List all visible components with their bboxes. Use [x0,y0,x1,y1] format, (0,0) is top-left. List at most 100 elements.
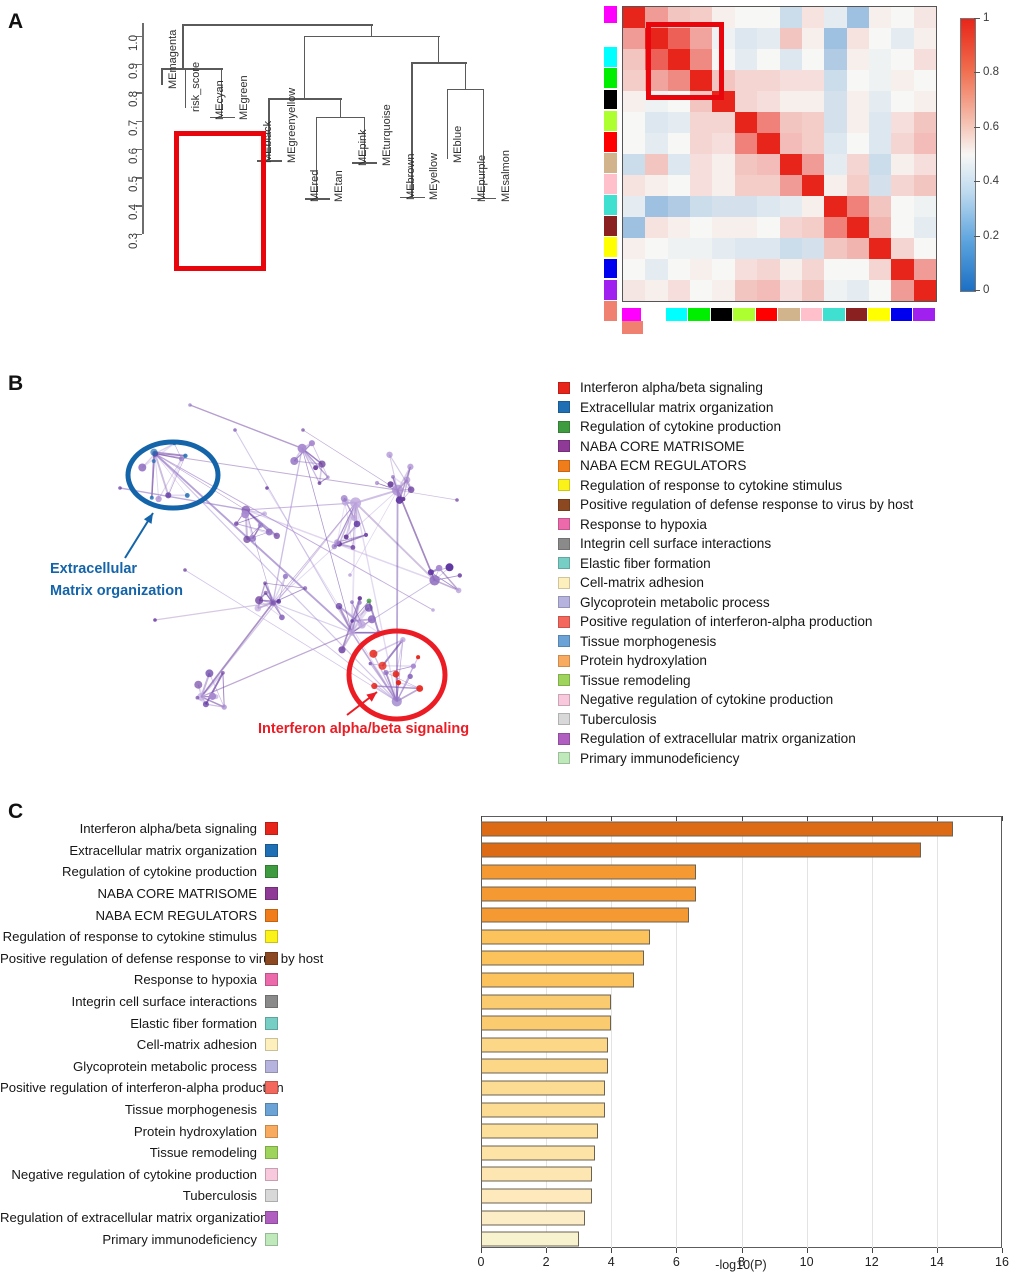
heatmap-cell [913,196,936,217]
network-node [427,569,434,576]
bar-fill [481,907,690,923]
bar-row: Cell-matrix adhesion [0,1034,1020,1056]
bar-row: Extracellular matrix organization [0,840,1020,862]
heatmap-cell [868,259,892,280]
bar-row: Positive regulation of interferon-alpha … [0,1077,1020,1099]
heatmap-cell [846,238,869,259]
heatmap-cell [623,217,646,238]
legend-item: Negative regulation of cytokine producti… [558,690,913,710]
bar-category-label: Tissue remodeling [149,1145,257,1161]
heatmap-cell [891,7,914,28]
dendrogram-branch [185,68,187,108]
annotation-ecm-line2: Matrix organization [50,583,183,600]
network-edge [245,502,356,511]
network-node [290,456,299,466]
bar-track [278,991,1020,1013]
bar-track [278,926,1020,948]
heatmap-cell [913,238,936,259]
heatmap-cell [623,175,646,196]
module-eigengene-adjacency-heatmap: 1 0.8 0.6 0.4 0.2 0 [560,0,1020,340]
dendrogram-branch [371,24,373,36]
network-node [348,573,352,577]
heatmap-cell [734,259,758,280]
bar-fill [481,1015,612,1031]
bar-category-label: Tissue morphogenesis [124,1102,257,1118]
heatmap-cell [824,49,847,70]
x-axis-tick [546,1248,548,1253]
heatmap-cell [757,154,780,175]
bar-track [278,883,1020,905]
module-color-swatch-greenyellow [604,110,617,131]
heatmap-cell [757,28,780,49]
legend-color-swatch [558,693,570,706]
network-node [149,495,154,500]
heatmap-cell [690,133,713,154]
legend-label: Interferon alpha/beta signaling [580,380,763,396]
module-color-swatch-magenta [622,308,641,321]
heatmap-cell [779,259,802,280]
heatmap-column-color-sidebar [622,308,937,334]
x-axis-title: -log10(P) [715,1258,767,1272]
heatmap-cell [801,7,825,28]
x-axis-tick-top [1002,816,1003,821]
heatmap-cell [846,217,869,238]
heatmap-cell [734,70,758,91]
bar-color-swatch [265,1146,278,1160]
colorbar-tick-label: 0 [983,284,990,296]
network-edge [200,632,353,698]
bar-fill [481,821,954,837]
heatmap-cell [734,112,758,133]
y-axis-tick-label: 0.8 [128,91,140,108]
x-axis-tick [611,1248,613,1253]
heatmap-cell [891,28,914,49]
heatmap-cell [824,91,847,112]
legend-item: Extracellular matrix organization [558,398,913,418]
heatmap-cell [623,28,646,49]
legend-color-swatch [558,498,570,511]
heatmap-cell [757,49,780,70]
colorbar-tick-label: 0.4 [983,175,999,188]
heatmap-cell [824,133,847,154]
network-node [249,535,257,542]
module-color-swatch-brown [845,308,868,321]
network-node [445,563,454,572]
dendrogram-leaf-label: MEturquoise [380,103,393,166]
annotation-arrowhead [143,513,153,524]
bar-category-label: Regulation of response to cytokine stimu… [2,929,257,945]
heatmap-cell [712,196,735,217]
network-node [150,448,158,456]
bar-track [278,1185,1020,1207]
dendrogram-branch [161,68,163,86]
heatmap-cell [712,154,735,175]
heatmap-row-color-sidebar [604,6,617,321]
module-color-swatch-cyan [604,47,617,68]
heatmap-cell [712,259,735,280]
network-node [202,701,209,708]
heatmap-cell [801,259,825,280]
network-node [410,663,416,669]
network-node [279,614,285,621]
y-axis-tick-label: 0.9 [128,62,140,79]
x-axis-tick-top [481,816,482,821]
heatmap-cell [690,217,713,238]
heatmap-cell [891,70,914,91]
legend-color-swatch [558,576,570,589]
heatmap-cell [690,259,713,280]
x-axis-tick [871,1248,873,1253]
bar-color-swatch [265,995,278,1009]
x-axis-tick [481,1248,482,1253]
legend-color-swatch [558,615,570,628]
network-node [270,600,276,606]
network-node [257,522,264,528]
heatmap-cell [868,28,892,49]
dendrogram-leaf-label: MEgreen [237,75,250,121]
network-node [151,459,156,464]
network-node [400,637,406,643]
dendrogram-leaf-label: MEgreenyellow [285,87,298,163]
bar-fill [481,1166,592,1182]
heatmap-cell [779,238,802,259]
heatmap-cell [757,238,780,259]
legend-item: Integrin cell surface interactions [558,534,913,554]
colorbar-tick [974,181,980,183]
bar-color-swatch [265,1189,278,1203]
